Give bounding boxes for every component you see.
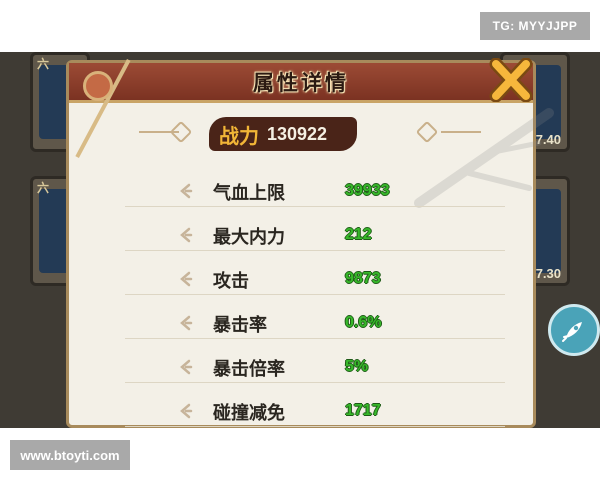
stat-label: 攻击 xyxy=(213,271,249,292)
stat-value: 0.6% xyxy=(345,314,382,331)
stat-label: 气血上限 xyxy=(213,183,285,204)
game-viewport: 六 六 7.40 7.30 属性详情 战力 130922 气血上限 39933 … xyxy=(0,52,600,428)
swirl-bullet-icon xyxy=(180,403,193,419)
power-ornament-right xyxy=(415,120,439,144)
power-row: 战力 130922 xyxy=(69,117,533,151)
close-x-icon xyxy=(489,57,533,103)
background-card-1-tag: 六 xyxy=(37,57,50,71)
stat-row: 暴击倍率 5% xyxy=(125,353,505,383)
stat-label: 暴击率 xyxy=(213,315,267,336)
power-ornament-left xyxy=(169,120,193,144)
swirl-bullet-icon xyxy=(180,271,193,287)
power-label: 战力 xyxy=(219,123,259,148)
stat-label: 暴击倍率 xyxy=(213,359,285,380)
background-card-2-tag: 六 xyxy=(37,181,50,195)
stat-row: 暴击率 0.6% xyxy=(125,309,505,339)
attribute-details-dialog: 属性详情 战力 130922 气血上限 39933 最大内力 212 攻击 98… xyxy=(66,59,554,428)
rocket-button[interactable] xyxy=(548,304,600,356)
watermark-bottom: www.btoyti.com xyxy=(10,440,130,470)
stat-value: 1717 xyxy=(345,402,381,419)
knot-decoration xyxy=(83,71,113,101)
swirl-bullet-icon xyxy=(180,183,193,199)
stat-row: 气血上限 39933 xyxy=(125,177,505,207)
stat-value: 39933 xyxy=(345,182,390,199)
power-banner: 战力 130922 xyxy=(209,117,357,151)
close-button[interactable] xyxy=(488,57,534,103)
stat-label: 碰撞减免 xyxy=(213,403,285,424)
power-line-right xyxy=(441,131,481,133)
stat-value: 212 xyxy=(345,226,372,243)
watermark-top: TG: MYYJJPP xyxy=(480,12,590,40)
swirl-bullet-icon xyxy=(180,315,193,331)
stat-row: 碰撞减免 1717 xyxy=(125,397,505,427)
stat-row: 最大内力 212 xyxy=(125,221,505,251)
swirl-bullet-icon xyxy=(180,359,193,375)
power-value: 130922 xyxy=(267,123,328,144)
swirl-bullet-icon xyxy=(180,227,193,243)
stat-value: 5% xyxy=(345,358,369,375)
dialog-title: 属性详情 xyxy=(253,70,349,95)
background-card-4-number: 7.30 xyxy=(535,266,561,281)
stat-label: 最大内力 xyxy=(213,227,285,248)
stat-value: 9873 xyxy=(345,270,381,287)
dialog-title-bar: 属性详情 xyxy=(69,63,533,103)
rocket-icon xyxy=(562,322,582,342)
stat-row: 攻击 9873 xyxy=(125,265,505,295)
